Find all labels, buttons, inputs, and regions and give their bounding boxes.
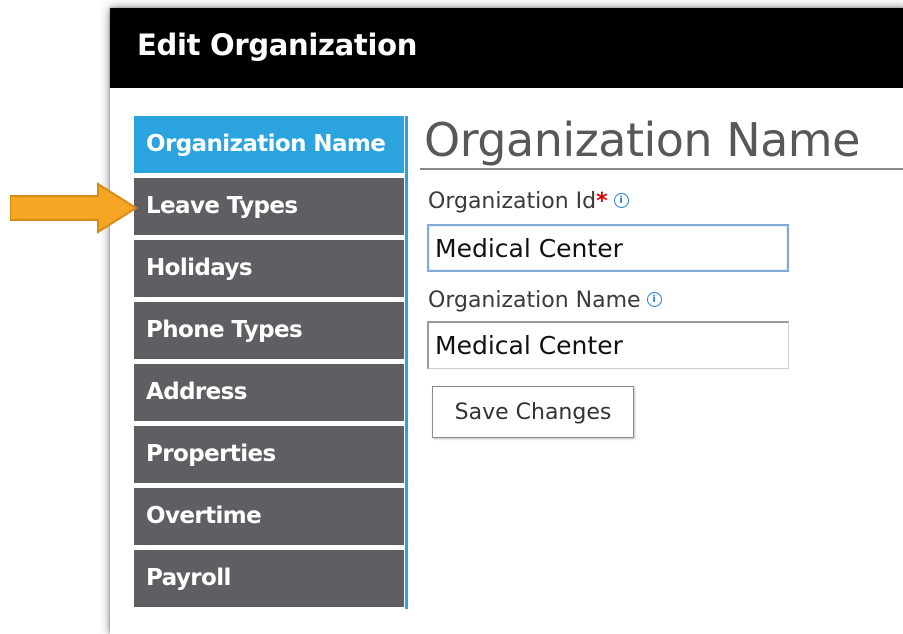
organization-id-input[interactable] — [427, 224, 789, 272]
sidebar-item-label: Address — [146, 379, 247, 405]
sidebar-item-leave-types[interactable]: Leave Types — [134, 178, 404, 235]
info-icon[interactable]: i — [646, 291, 662, 307]
sidebar-item-overtime[interactable]: Overtime — [134, 488, 404, 545]
title-divider — [420, 168, 903, 170]
page-title: Organization Name — [424, 113, 860, 167]
organization-name-label: Organization Name i — [428, 288, 662, 313]
arrow-right-icon — [10, 182, 138, 234]
organization-id-label-text: Organization Id — [428, 189, 597, 214]
organization-id-label: Organization Id* i — [428, 189, 629, 214]
sidebar-item-label: Properties — [146, 441, 276, 467]
sidebar-item-label: Holidays — [146, 255, 253, 281]
edit-organization-window: Edit Organization Organization Name Leav… — [110, 8, 903, 634]
sidebar-item-label: Overtime — [146, 503, 262, 529]
sidebar-item-label: Leave Types — [146, 193, 298, 219]
sidebar-item-address[interactable]: Address — [134, 364, 404, 421]
window-title: Edit Organization — [137, 28, 418, 62]
sidebar-item-holidays[interactable]: Holidays — [134, 240, 404, 297]
info-icon[interactable]: i — [613, 192, 629, 208]
sidebar-item-label: Phone Types — [146, 317, 303, 343]
sidebar-item-label: Payroll — [146, 565, 231, 591]
sidebar-item-payroll[interactable]: Payroll — [134, 550, 404, 607]
organization-name-input[interactable] — [427, 321, 789, 369]
main-content: Organization Name Organization Id* i Orga… — [410, 8, 903, 634]
save-changes-button[interactable]: Save Changes — [432, 386, 634, 438]
sidebar-item-properties[interactable]: Properties — [134, 426, 404, 483]
sidebar-item-label: Organization Name — [146, 131, 386, 157]
required-asterisk: * — [596, 189, 608, 214]
sidebar-item-phone-types[interactable]: Phone Types — [134, 302, 404, 359]
sidebar-nav: Organization Name Leave Types Holidays P… — [134, 116, 408, 609]
sidebar-item-organization-name[interactable]: Organization Name — [134, 116, 404, 173]
organization-name-label-text: Organization Name — [428, 288, 641, 313]
